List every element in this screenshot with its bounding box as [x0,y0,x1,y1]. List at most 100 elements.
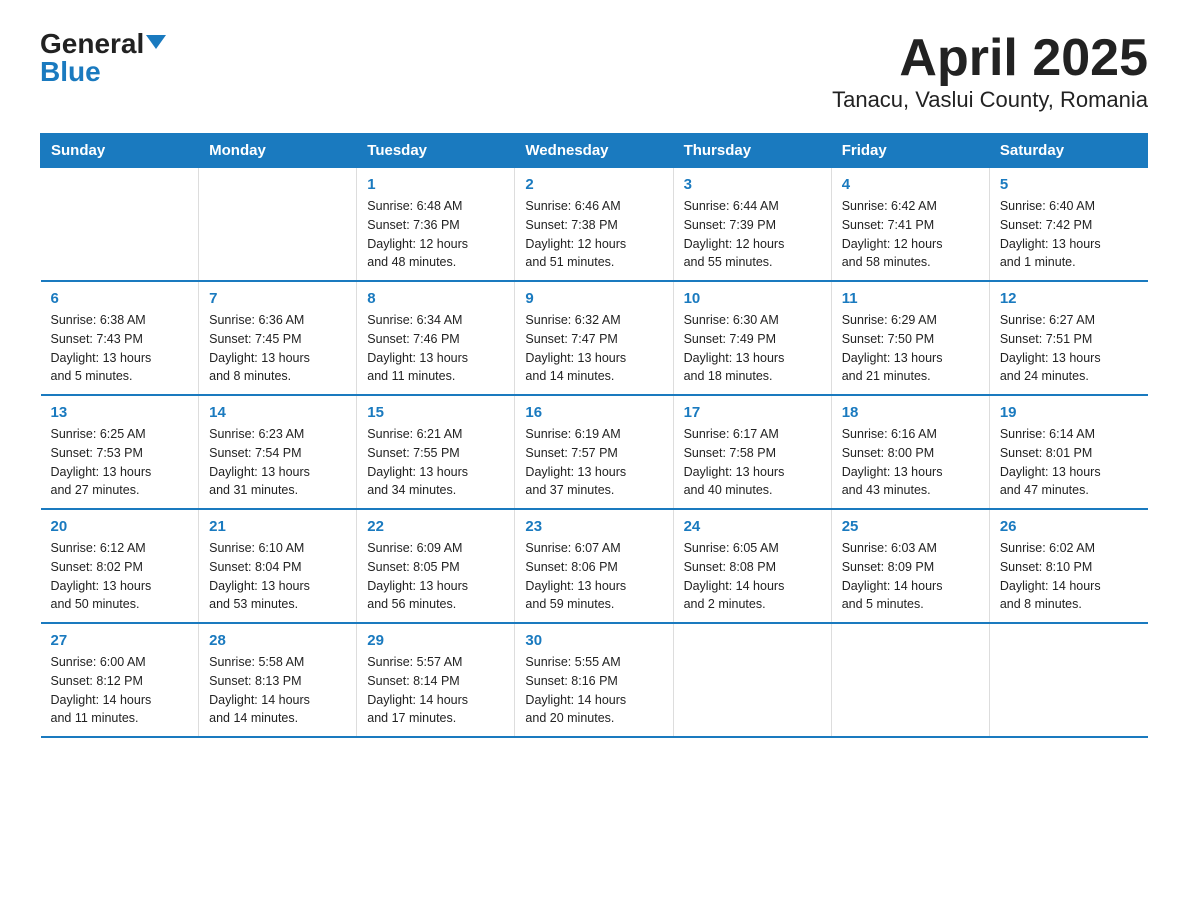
calendar-cell: 11 Sunrise: 6:29 AMSunset: 7:50 PMDayligh… [831,281,989,395]
day-info: Sunrise: 6:05 AMSunset: 8:08 PMDaylight:… [684,539,821,614]
day-number: 14 [209,404,346,421]
calendar-cell: 15Sunrise: 6:21 AMSunset: 7:55 PMDayligh… [357,395,515,509]
day-info: Sunrise: 6:02 AMSunset: 8:10 PMDaylight:… [1000,539,1138,614]
calendar-cell: 1Sunrise: 6:48 AMSunset: 7:36 PMDaylight… [357,168,515,282]
logo-general-text: General [40,30,144,58]
weekday-header-wednesday: Wednesday [515,134,673,168]
day-number: 10 [684,290,821,307]
weekday-header-sunday: Sunday [41,134,199,168]
calendar-cell: 21Sunrise: 6:10 AMSunset: 8:04 PMDayligh… [199,509,357,623]
day-number: 19 [1000,404,1138,421]
calendar-cell: 5Sunrise: 6:40 AMSunset: 7:42 PMDaylight… [989,168,1147,282]
day-info: Sunrise: 6:42 AMSunset: 7:41 PMDaylight:… [842,197,979,272]
weekday-header-tuesday: Tuesday [357,134,515,168]
day-info: Sunrise: 6:48 AMSunset: 7:36 PMDaylight:… [367,197,504,272]
day-number: 28 [209,632,346,649]
calendar-cell: 14 Sunrise: 6:23 AMSunset: 7:54 PMDayligh… [199,395,357,509]
calendar-week-row: 1Sunrise: 6:48 AMSunset: 7:36 PMDaylight… [41,168,1148,282]
calendar-cell: 12Sunrise: 6:27 AMSunset: 7:51 PMDayligh… [989,281,1147,395]
day-number: 15 [367,404,504,421]
day-number: 24 [684,518,821,535]
day-info: Sunrise: 6:03 AMSunset: 8:09 PMDaylight:… [842,539,979,614]
weekday-header-thursday: Thursday [673,134,831,168]
calendar-cell: 29 Sunrise: 5:57 AMSunset: 8:14 PMDayligh… [357,623,515,737]
calendar-cell [673,623,831,737]
day-info: Sunrise: 6:34 AMSunset: 7:46 PMDaylight:… [367,311,504,386]
calendar-cell: 18 Sunrise: 6:16 AMSunset: 8:00 PMDayligh… [831,395,989,509]
calendar-week-row: 20 Sunrise: 6:12 AMSunset: 8:02 PMDayligh… [41,509,1148,623]
day-info: Sunrise: 6:25 AMSunset: 7:53 PMDaylight:… [51,425,189,500]
day-info: Sunrise: 6:19 AMSunset: 7:57 PMDaylight:… [525,425,662,500]
calendar-cell: 4 Sunrise: 6:42 AMSunset: 7:41 PMDaylight… [831,168,989,282]
day-number: 17 [684,404,821,421]
day-info: Sunrise: 6:29 AMSunset: 7:50 PMDaylight:… [842,311,979,386]
day-number: 29 [367,632,504,649]
page-subtitle: Tanacu, Vaslui County, Romania [832,87,1148,113]
day-info: Sunrise: 6:23 AMSunset: 7:54 PMDaylight:… [209,425,346,500]
day-number: 27 [51,632,189,649]
day-info: Sunrise: 6:00 AMSunset: 8:12 PMDaylight:… [51,653,189,728]
calendar-cell: 6Sunrise: 6:38 AMSunset: 7:43 PMDaylight… [41,281,199,395]
calendar-cell: 17Sunrise: 6:17 AMSunset: 7:58 PMDayligh… [673,395,831,509]
day-number: 30 [525,632,662,649]
day-number: 8 [367,290,504,307]
calendar-cell [989,623,1147,737]
calendar-week-row: 13 Sunrise: 6:25 AMSunset: 7:53 PMDayligh… [41,395,1148,509]
calendar-table: SundayMondayTuesdayWednesdayThursdayFrid… [40,133,1148,738]
day-info: Sunrise: 6:46 AMSunset: 7:38 PMDaylight:… [525,197,662,272]
calendar-cell: 10 Sunrise: 6:30 AMSunset: 7:49 PMDayligh… [673,281,831,395]
calendar-cell: 26 Sunrise: 6:02 AMSunset: 8:10 PMDayligh… [989,509,1147,623]
calendar-cell: 2 Sunrise: 6:46 AMSunset: 7:38 PMDaylight… [515,168,673,282]
day-number: 16 [525,404,662,421]
logo-blue-text: Blue [40,56,101,87]
calendar-cell: 30 Sunrise: 5:55 AMSunset: 8:16 PMDayligh… [515,623,673,737]
weekday-header-friday: Friday [831,134,989,168]
day-info: Sunrise: 6:36 AMSunset: 7:45 PMDaylight:… [209,311,346,386]
day-info: Sunrise: 5:58 AMSunset: 8:13 PMDaylight:… [209,653,346,728]
day-number: 4 [842,176,979,193]
day-info: Sunrise: 5:57 AMSunset: 8:14 PMDaylight:… [367,653,504,728]
calendar-cell: 28 Sunrise: 5:58 AMSunset: 8:13 PMDayligh… [199,623,357,737]
day-number: 2 [525,176,662,193]
calendar-cell: 8 Sunrise: 6:34 AMSunset: 7:46 PMDaylight… [357,281,515,395]
calendar-cell: 25 Sunrise: 6:03 AMSunset: 8:09 PMDayligh… [831,509,989,623]
logo-triangle-icon [146,35,166,49]
calendar-cell: 9 Sunrise: 6:32 AMSunset: 7:47 PMDaylight… [515,281,673,395]
calendar-week-row: 6Sunrise: 6:38 AMSunset: 7:43 PMDaylight… [41,281,1148,395]
day-info: Sunrise: 6:07 AMSunset: 8:06 PMDaylight:… [525,539,662,614]
calendar-cell [41,168,199,282]
calendar-cell: 23Sunrise: 6:07 AMSunset: 8:06 PMDayligh… [515,509,673,623]
day-info: Sunrise: 6:14 AMSunset: 8:01 PMDaylight:… [1000,425,1138,500]
day-number: 7 [209,290,346,307]
day-info: Sunrise: 6:09 AMSunset: 8:05 PMDaylight:… [367,539,504,614]
weekday-header-row: SundayMondayTuesdayWednesdayThursdayFrid… [41,134,1148,168]
calendar-cell: 24 Sunrise: 6:05 AMSunset: 8:08 PMDayligh… [673,509,831,623]
title-block: April 2025 Tanacu, Vaslui County, Romani… [832,30,1148,113]
day-number: 20 [51,518,189,535]
calendar-cell [199,168,357,282]
day-number: 18 [842,404,979,421]
calendar-cell: 22Sunrise: 6:09 AMSunset: 8:05 PMDayligh… [357,509,515,623]
calendar-header: SundayMondayTuesdayWednesdayThursdayFrid… [41,134,1148,168]
day-number: 12 [1000,290,1138,307]
day-info: Sunrise: 6:40 AMSunset: 7:42 PMDaylight:… [1000,197,1138,272]
calendar-cell: 3Sunrise: 6:44 AMSunset: 7:39 PMDaylight… [673,168,831,282]
calendar-cell [831,623,989,737]
day-info: Sunrise: 5:55 AMSunset: 8:16 PMDaylight:… [525,653,662,728]
day-info: Sunrise: 6:32 AMSunset: 7:47 PMDaylight:… [525,311,662,386]
day-number: 26 [1000,518,1138,535]
day-info: Sunrise: 6:16 AMSunset: 8:00 PMDaylight:… [842,425,979,500]
weekday-header-saturday: Saturday [989,134,1147,168]
calendar-week-row: 27 Sunrise: 6:00 AMSunset: 8:12 PMDayligh… [41,623,1148,737]
calendar-cell: 20 Sunrise: 6:12 AMSunset: 8:02 PMDayligh… [41,509,199,623]
day-number: 9 [525,290,662,307]
calendar-body: 1Sunrise: 6:48 AMSunset: 7:36 PMDaylight… [41,168,1148,738]
day-info: Sunrise: 6:12 AMSunset: 8:02 PMDaylight:… [51,539,189,614]
day-number: 13 [51,404,189,421]
calendar-cell: 19 Sunrise: 6:14 AMSunset: 8:01 PMDayligh… [989,395,1147,509]
day-info: Sunrise: 6:30 AMSunset: 7:49 PMDaylight:… [684,311,821,386]
day-number: 25 [842,518,979,535]
day-number: 6 [51,290,189,307]
day-number: 11 [842,290,979,307]
calendar-cell: 27 Sunrise: 6:00 AMSunset: 8:12 PMDayligh… [41,623,199,737]
